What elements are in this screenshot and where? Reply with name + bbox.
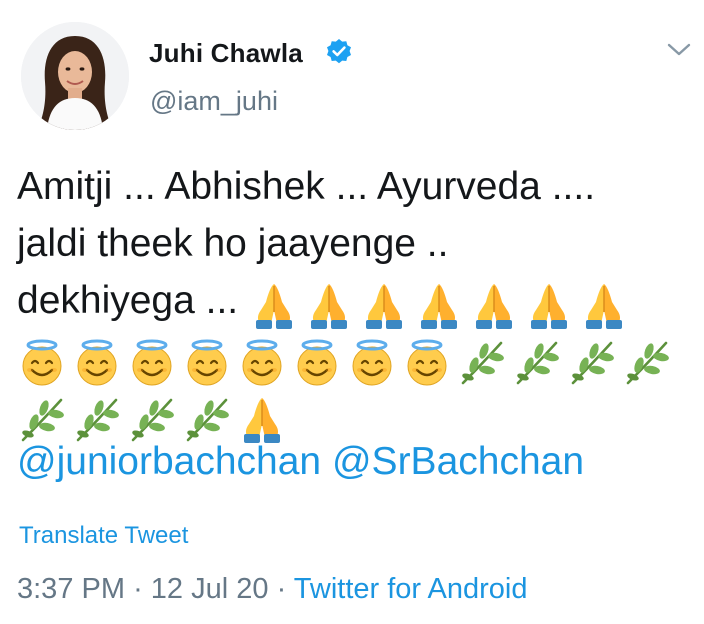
meta-separator: ·: [276, 573, 287, 605]
folded-hands-icon: [237, 394, 287, 444]
herb-icon: [127, 394, 177, 444]
smiling-face-with-halo-icon: [402, 337, 452, 387]
emoji-line: [17, 386, 697, 443]
emoji-row: [17, 331, 677, 388]
smiling-face-with-halo-icon: [72, 337, 122, 387]
herb-icon: [17, 394, 67, 444]
folded-hands-icon: [524, 280, 574, 330]
mentions: @juniorbachchan @SrBachchan: [17, 440, 584, 484]
folded-hands-icon: [249, 280, 299, 330]
avatar[interactable]: [21, 22, 129, 130]
folded-hands-icon: [414, 280, 464, 330]
emoji-row: [249, 274, 634, 331]
tweet-text-line: Amitji ... Abhishek ... Ayurveda ....: [17, 165, 596, 208]
tweet-text-fragment: dekhiyega ...: [17, 279, 239, 322]
smiling-face-with-halo-icon: [292, 337, 342, 387]
smiling-face-with-halo-icon: [17, 337, 67, 387]
verified-badge-icon: [325, 38, 353, 66]
herb-icon: [512, 337, 562, 387]
smiling-face-with-halo-icon: [237, 337, 287, 387]
folded-hands-icon: [304, 280, 354, 330]
folded-hands-icon: [469, 280, 519, 330]
tweet-date[interactable]: 12 Jul 20: [151, 573, 269, 605]
tweet-text: Amitji ... Abhishek ... Ayurveda .... ja…: [17, 158, 697, 443]
meta-separator: ·: [133, 573, 143, 605]
tweet-source-link[interactable]: Twitter for Android: [294, 573, 528, 605]
tweet-time: 3:37 PM: [17, 573, 125, 605]
herb-icon: [567, 337, 617, 387]
tweet-card: Juhi Chawla @iam_juhi Amitji ... Abhishe…: [0, 0, 704, 624]
herb-icon: [72, 394, 122, 444]
mention-link[interactable]: @SrBachchan: [332, 440, 584, 483]
herb-icon: [622, 337, 672, 387]
chevron-down-icon[interactable]: [666, 40, 692, 60]
emoji-line: [17, 329, 697, 386]
folded-hands-icon: [359, 280, 409, 330]
tweet-text-line: dekhiyega ...: [17, 272, 697, 329]
mention-link[interactable]: @juniorbachchan: [17, 440, 321, 483]
author-name[interactable]: Juhi Chawla: [149, 38, 303, 69]
tweet-meta: 3:37 PM · 12 Jul 20 · Twitter for Androi…: [17, 573, 528, 606]
herb-icon: [457, 337, 507, 387]
herb-icon: [182, 394, 232, 444]
smiling-face-with-halo-icon: [127, 337, 177, 387]
emoji-row: [17, 388, 292, 445]
tweet-text-line: jaldi theek ho jaayenge ..: [17, 222, 449, 265]
smiling-face-with-halo-icon: [347, 337, 397, 387]
smiling-face-with-halo-icon: [182, 337, 232, 387]
folded-hands-icon: [579, 280, 629, 330]
author-handle[interactable]: @iam_juhi: [150, 86, 278, 117]
translate-tweet-link[interactable]: Translate Tweet: [19, 522, 188, 550]
